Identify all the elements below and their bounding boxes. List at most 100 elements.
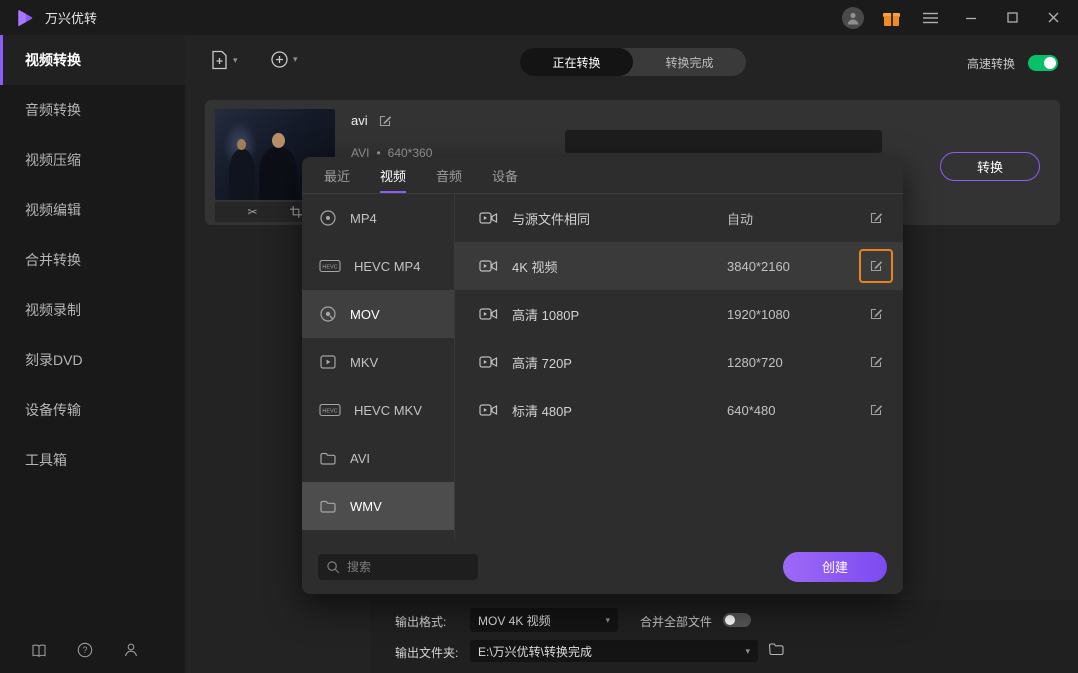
sidebar-item-video-edit[interactable]: 视频编辑 bbox=[0, 185, 185, 235]
svg-text:HEVC: HEVC bbox=[322, 265, 337, 271]
resolution-value: 1280*720 bbox=[727, 355, 859, 370]
format-item-wmv[interactable]: WMV bbox=[302, 482, 454, 530]
minimize-icon[interactable] bbox=[960, 7, 982, 29]
menu-icon[interactable] bbox=[919, 7, 941, 29]
output-folder-value: E:\万兴优转\转换完成 bbox=[478, 643, 592, 660]
resolution-value: 1920*1080 bbox=[727, 307, 859, 322]
resolution-row-1080p[interactable]: 高清 1080P 1920*1080 bbox=[455, 290, 903, 338]
chevron-down-icon: ▾ bbox=[233, 55, 238, 66]
edit-pencil-icon-highlighted[interactable] bbox=[859, 249, 893, 283]
titlebar: 万兴优转 bbox=[0, 0, 1078, 35]
mov-circle-icon bbox=[319, 305, 337, 323]
crop-icon[interactable] bbox=[290, 206, 302, 218]
resolution-label: 4K 视频 bbox=[512, 257, 727, 276]
add-file-icon bbox=[209, 49, 230, 71]
book-icon[interactable] bbox=[28, 639, 50, 661]
format-search-box[interactable] bbox=[318, 554, 478, 580]
add-file-button[interactable]: ▾ bbox=[209, 49, 238, 71]
chevron-down-icon: ▾ bbox=[605, 615, 610, 626]
add-device-button[interactable]: ▾ bbox=[269, 49, 298, 70]
edit-pencil-icon[interactable] bbox=[859, 297, 893, 331]
edit-pencil-icon[interactable] bbox=[859, 201, 893, 235]
sidebar: 视频转换 音频转换 视频压缩 视频编辑 合并转换 视频录制 刻录DVD 设备传输… bbox=[0, 35, 185, 673]
merge-files-label: 合并全部文件 bbox=[640, 613, 712, 630]
sidebar-item-toolbox[interactable]: 工具箱 bbox=[0, 435, 185, 485]
popup-tab-label: 设备 bbox=[492, 166, 518, 185]
merge-files-toggle[interactable] bbox=[723, 613, 751, 627]
tab-converting[interactable]: 正在转换 bbox=[520, 48, 633, 76]
folder-icon bbox=[768, 642, 784, 656]
output-format-dropdown[interactable]: MOV 4K 视频 ▾ bbox=[470, 608, 618, 632]
format-label: MP4 bbox=[350, 211, 377, 226]
help-icon[interactable]: ? bbox=[74, 639, 96, 661]
svg-text:HEVC: HEVC bbox=[322, 409, 337, 415]
output-format-label: 输出格式: bbox=[395, 613, 446, 630]
high-speed-toggle[interactable] bbox=[1028, 55, 1058, 71]
popup-tab-video[interactable]: 视频 bbox=[380, 157, 406, 193]
sidebar-item-merge-convert[interactable]: 合并转换 bbox=[0, 235, 185, 285]
sidebar-item-video-compress[interactable]: 视频压缩 bbox=[0, 135, 185, 185]
video-camera-icon bbox=[479, 355, 498, 369]
resolution-label: 高清 1080P bbox=[512, 305, 727, 324]
gift-icon[interactable] bbox=[883, 10, 900, 26]
open-folder-button[interactable] bbox=[768, 642, 784, 656]
app-window: 万兴优转 视频转换 音频转换 bbox=[0, 0, 1078, 673]
sidebar-item-label: 视频录制 bbox=[25, 300, 81, 320]
sidebar-item-burn-dvd[interactable]: 刻录DVD bbox=[0, 335, 185, 385]
resolution-row-480p[interactable]: 标清 480P 640*480 bbox=[455, 386, 903, 434]
popup-tab-label: 音频 bbox=[436, 166, 462, 185]
resolution-row-720p[interactable]: 高清 720P 1280*720 bbox=[455, 338, 903, 386]
edit-pencil-icon[interactable] bbox=[378, 114, 392, 128]
convert-button[interactable]: 转换 bbox=[940, 152, 1040, 181]
popup-tab-label: 最近 bbox=[324, 166, 350, 185]
create-button[interactable]: 创建 bbox=[783, 552, 887, 582]
sidebar-item-screen-record[interactable]: 视频录制 bbox=[0, 285, 185, 335]
format-item-mov[interactable]: MOV bbox=[302, 290, 454, 338]
sidebar-item-label: 工具箱 bbox=[25, 450, 67, 470]
search-icon bbox=[326, 560, 340, 574]
popup-tab-recent[interactable]: 最近 bbox=[324, 157, 350, 193]
video-camera-icon bbox=[479, 259, 498, 273]
scissors-icon[interactable]: ✂ bbox=[248, 205, 258, 219]
edit-pencil-icon[interactable] bbox=[859, 345, 893, 379]
output-format-selector[interactable] bbox=[565, 130, 882, 153]
format-item-mkv[interactable]: MKV bbox=[302, 338, 454, 386]
app-title: 万兴优转 bbox=[45, 8, 97, 27]
resolution-label: 标清 480P bbox=[512, 401, 727, 420]
hevc-badge-icon: HEVC bbox=[319, 258, 341, 274]
format-label: HEVC MP4 bbox=[354, 259, 420, 274]
chevron-down-icon: ▾ bbox=[293, 54, 298, 65]
format-item-mp4[interactable]: MP4 bbox=[302, 194, 454, 242]
sidebar-item-video-convert[interactable]: 视频转换 bbox=[0, 35, 185, 85]
resolution-row-4k[interactable]: 4K 视频 3840*2160 bbox=[455, 242, 903, 290]
format-label: MKV bbox=[350, 355, 378, 370]
add-device-icon bbox=[269, 49, 290, 70]
account-icon[interactable] bbox=[120, 639, 142, 661]
format-item-hevc-mp4[interactable]: HEVC HEVC MP4 bbox=[302, 242, 454, 290]
popup-tab-audio[interactable]: 音频 bbox=[436, 157, 462, 193]
svg-text:?: ? bbox=[82, 645, 87, 655]
maximize-icon[interactable] bbox=[1001, 7, 1023, 29]
format-list: MP4 HEVC HEVC MP4 MOV MKV HEVC HEVC MKV bbox=[302, 194, 455, 539]
output-folder-dropdown[interactable]: E:\万兴优转\转换完成 ▾ bbox=[470, 640, 758, 662]
mkv-play-icon bbox=[319, 353, 337, 371]
sidebar-item-label: 视频编辑 bbox=[25, 200, 81, 220]
format-item-avi[interactable]: AVI bbox=[302, 434, 454, 482]
tab-converted[interactable]: 转换完成 bbox=[633, 48, 746, 76]
resolution-value: 自动 bbox=[727, 209, 859, 228]
sidebar-item-audio-convert[interactable]: 音频转换 bbox=[0, 85, 185, 135]
edit-pencil-icon[interactable] bbox=[859, 393, 893, 427]
file-name: avi bbox=[351, 113, 368, 128]
resolution-row-same-as-source[interactable]: 与源文件相同 自动 bbox=[455, 194, 903, 242]
chevron-down-icon: ▾ bbox=[745, 646, 750, 657]
user-avatar-icon[interactable] bbox=[842, 7, 864, 29]
format-item-hevc-mkv[interactable]: HEVC HEVC MKV bbox=[302, 386, 454, 434]
sidebar-item-device-transfer[interactable]: 设备传输 bbox=[0, 385, 185, 435]
popup-tab-device[interactable]: 设备 bbox=[492, 157, 518, 193]
sidebar-item-label: 刻录DVD bbox=[25, 350, 83, 370]
main-toolbar: ▾ ▾ 正在转换 转换完成 高速转换 bbox=[185, 35, 1078, 90]
resolution-label: 高清 720P bbox=[512, 353, 727, 372]
output-format-value: MOV 4K 视频 bbox=[478, 612, 551, 629]
format-search-input[interactable] bbox=[347, 560, 457, 574]
close-icon[interactable] bbox=[1042, 7, 1064, 29]
